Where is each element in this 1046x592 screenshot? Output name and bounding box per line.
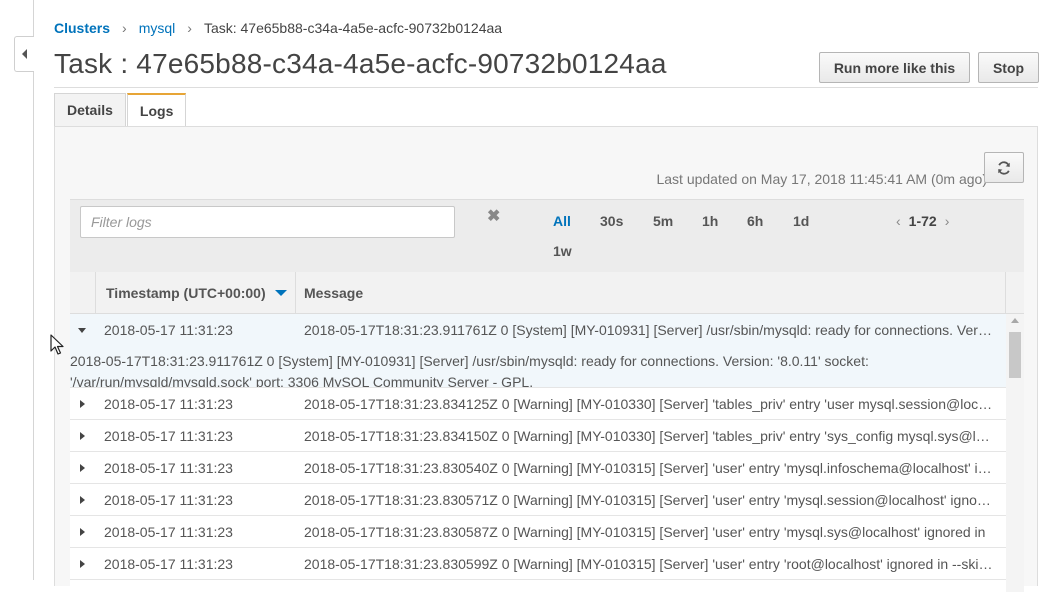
- row-timestamp: 2018-05-17 11:31:23: [104, 396, 233, 412]
- expand-row-icon[interactable]: [80, 496, 85, 504]
- last-updated-text: Last updated on May 17, 2018 11:45:41 AM…: [656, 171, 987, 187]
- row-timestamp: 2018-05-17 11:31:23: [104, 524, 233, 540]
- row-message: 2018-05-17T18:31:23.830587Z 0 [Warning] …: [304, 524, 986, 540]
- log-filter-bar: ✖ All 30s 5m 1h 6h 1d 1w ‹ 1-72 ›: [70, 199, 1024, 272]
- range-30s[interactable]: 30s: [600, 213, 623, 229]
- scroll-up-icon[interactable]: [1011, 318, 1019, 323]
- tab-details[interactable]: Details: [54, 93, 126, 126]
- row-timestamp: 2018-05-17 11:31:23: [104, 492, 233, 508]
- row-message: 2018-05-17T18:31:23.834125Z 0 [Warning] …: [304, 396, 994, 412]
- table-header: Timestamp (UTC+00:00) Message: [70, 272, 1024, 314]
- expanded-log-detail: 2018-05-17T18:31:23.911761Z 0 [System] […: [70, 346, 1006, 388]
- table-scrollbar[interactable]: [1006, 314, 1024, 592]
- breadcrumb-current: Task: 47e65b88-c34a-4a5e-acfc-90732b0124…: [203, 20, 503, 36]
- table-row[interactable]: 2018-05-17 11:31:23 2018-05-17T18:31:23.…: [70, 420, 1006, 452]
- range-all[interactable]: All: [553, 213, 571, 229]
- breadcrumb-cluster-link[interactable]: mysql: [139, 20, 176, 36]
- filter-logs-input[interactable]: [80, 206, 455, 238]
- stop-button[interactable]: Stop: [978, 52, 1039, 83]
- table-row[interactable]: 2018-05-17 11:31:23 2018-05-17T18:31:23.…: [70, 484, 1006, 516]
- logs-table: Timestamp (UTC+00:00) Message 2018-05-17…: [70, 272, 1024, 592]
- table-row[interactable]: 2018-05-17 11:31:23 2018-05-17T18:31:23.…: [70, 452, 1006, 484]
- range-1d[interactable]: 1d: [793, 213, 809, 229]
- timestamp-column-header[interactable]: Timestamp (UTC+00:00): [96, 272, 296, 314]
- table-body: 2018-05-17 11:31:23 2018-05-17T18:31:23.…: [70, 314, 1006, 580]
- collapse-row-icon[interactable]: [78, 328, 86, 333]
- table-row[interactable]: 2018-05-17 11:31:23 2018-05-17T18:31:23.…: [70, 548, 1006, 580]
- row-message: 2018-05-17T18:31:23.830571Z 0 [Warning] …: [304, 492, 994, 508]
- sort-descending-icon[interactable]: [274, 290, 287, 296]
- message-header-label: Message: [304, 285, 364, 301]
- refresh-icon: [998, 160, 1010, 175]
- expand-row-icon[interactable]: [80, 560, 85, 568]
- row-message: 2018-05-17T18:31:23.834150Z 0 [Warning] …: [304, 428, 994, 444]
- timestamp-header-label: Timestamp (UTC+00:00): [106, 285, 266, 301]
- row-timestamp: 2018-05-17 11:31:23: [104, 460, 233, 476]
- table-row[interactable]: 2018-05-17 11:31:23 2018-05-17T18:31:23.…: [70, 516, 1006, 548]
- row-message: 2018-05-17T18:31:23.911761Z 0 [System] […: [304, 322, 994, 338]
- refresh-button[interactable]: [984, 152, 1024, 183]
- mouse-cursor-icon: [50, 334, 64, 355]
- message-column-header: Message: [296, 272, 1006, 314]
- range-6h[interactable]: 6h: [747, 213, 763, 229]
- main-content: Clusters › mysql › Task: 47e65b88-c34a-4…: [54, 0, 1046, 592]
- next-page-icon[interactable]: ›: [945, 213, 950, 229]
- range-1h[interactable]: 1h: [702, 213, 718, 229]
- tab-bar: Details Logs: [54, 93, 187, 127]
- table-row[interactable]: 2018-05-17 11:31:23 2018-05-17T18:31:23.…: [70, 314, 1006, 346]
- page-title: Task : 47e65b88-c34a-4a5e-acfc-90732b012…: [54, 48, 667, 79]
- expand-column-header: [70, 272, 96, 314]
- tab-logs[interactable]: Logs: [126, 93, 187, 127]
- clear-filter-icon[interactable]: ✖: [487, 206, 500, 226]
- expand-row-icon[interactable]: [80, 528, 85, 536]
- divider: [54, 87, 1038, 88]
- table-row[interactable]: 2018-05-17 11:31:23 2018-05-17T18:31:23.…: [70, 388, 1006, 420]
- row-message: 2018-05-17T18:31:23.830599Z 0 [Warning] …: [304, 556, 994, 572]
- sidebar-toggle-button[interactable]: [14, 36, 34, 72]
- breadcrumb-clusters-link[interactable]: Clusters: [54, 20, 110, 36]
- collapsed-sidebar: [0, 0, 34, 580]
- row-message: 2018-05-17T18:31:23.830540Z 0 [Warning] …: [304, 460, 994, 476]
- breadcrumb-separator: ›: [187, 20, 192, 36]
- row-timestamp: 2018-05-17 11:31:23: [104, 556, 233, 572]
- prev-page-icon[interactable]: ‹: [896, 213, 901, 229]
- expand-row-icon[interactable]: [80, 464, 85, 472]
- pagination: ‹ 1-72 ›: [896, 213, 949, 229]
- row-timestamp: 2018-05-17 11:31:23: [104, 322, 233, 338]
- chevron-left-icon: [22, 49, 27, 59]
- range-5m[interactable]: 5m: [653, 213, 673, 229]
- row-timestamp: 2018-05-17 11:31:23: [104, 428, 233, 444]
- range-1w[interactable]: 1w: [553, 243, 572, 259]
- breadcrumb: Clusters › mysql › Task: 47e65b88-c34a-4…: [54, 20, 502, 36]
- expand-row-icon[interactable]: [80, 400, 85, 408]
- scrollbar-thumb[interactable]: [1009, 332, 1021, 378]
- page-range: 1-72: [908, 213, 937, 229]
- logs-panel: Last updated on May 17, 2018 11:45:41 AM…: [54, 126, 1038, 592]
- run-more-like-this-button[interactable]: Run more like this: [819, 52, 970, 83]
- expand-row-icon[interactable]: [80, 432, 85, 440]
- breadcrumb-separator: ›: [122, 20, 127, 36]
